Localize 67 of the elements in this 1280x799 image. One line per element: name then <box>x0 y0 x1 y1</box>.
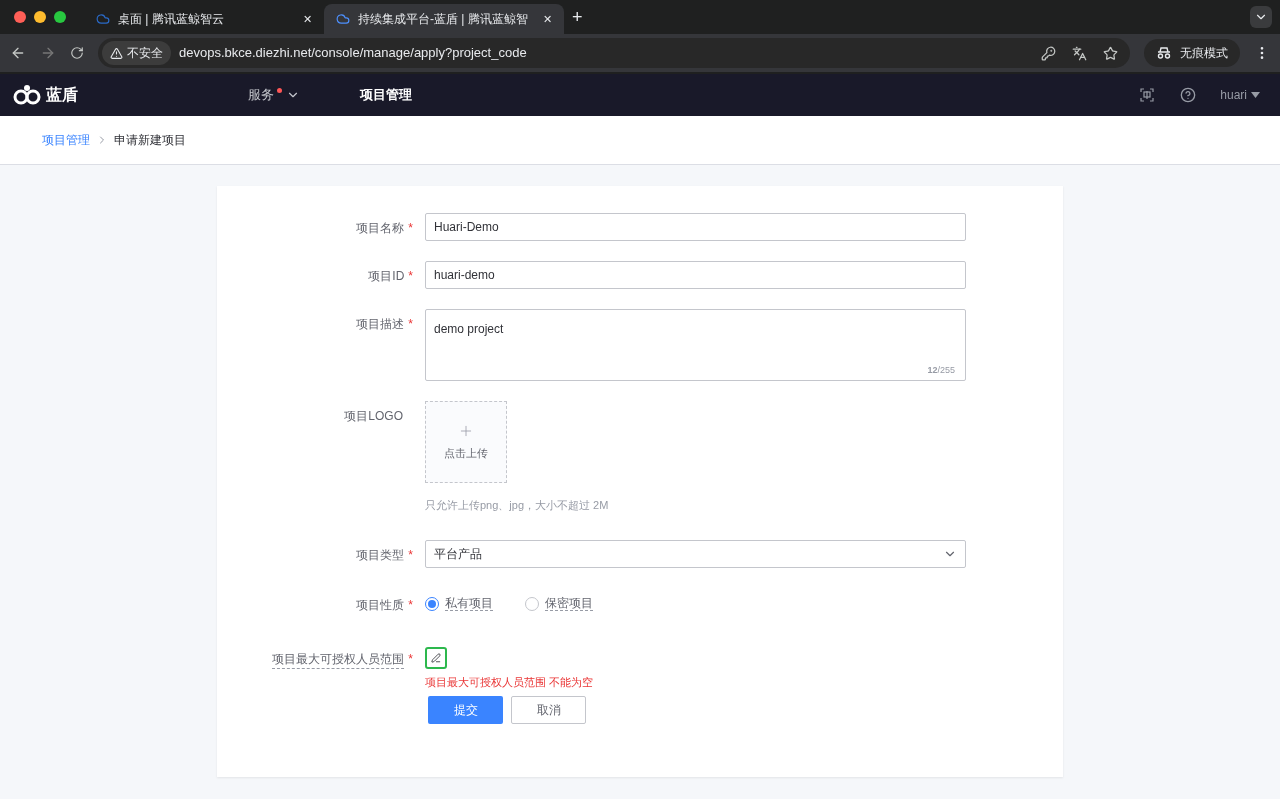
new-tab-button[interactable]: + <box>564 4 591 34</box>
logo-icon <box>12 83 42 107</box>
cancel-button[interactable]: 取消 <box>511 696 586 724</box>
required-mark: * <box>408 316 413 333</box>
address-bar[interactable]: 不安全 devops.bkce.diezhi.net/console/manage/apply?project_code <box>98 38 1130 68</box>
tab-list-button[interactable] <box>1250 6 1272 28</box>
description-field[interactable]: demo project 12/255 <box>425 309 966 381</box>
field-label: 项目名称 <box>356 220 405 237</box>
cloud-icon <box>96 12 110 26</box>
browser-tab[interactable]: 桌面 | 腾讯蓝鲸智云 ✕ <box>84 4 324 34</box>
text-field[interactable]: huari-demo <box>425 261 966 289</box>
incognito-chip[interactable]: 无痕模式 <box>1144 39 1240 67</box>
required-mark: * <box>408 220 413 237</box>
field-label: 项目类型 <box>356 546 405 564</box>
back-icon[interactable] <box>10 45 26 61</box>
translate-icon[interactable] <box>1072 45 1087 61</box>
required-mark: * <box>408 596 413 614</box>
text-field[interactable]: Huari-Demo <box>425 213 966 241</box>
reload-icon[interactable] <box>70 46 84 60</box>
maximize-window-icon[interactable] <box>54 11 66 23</box>
help-icon[interactable] <box>1180 87 1197 103</box>
tab-title: 持续集成平台-蓝盾 | 腾讯蓝鲸智 <box>358 11 529 28</box>
edit-icon <box>431 652 441 663</box>
breadcrumb-current: 申请新建项目 <box>114 132 186 149</box>
language-icon[interactable] <box>1140 88 1155 102</box>
field-value: demo project <box>434 322 504 336</box>
radio-button[interactable] <box>425 596 439 611</box>
logo-text: 蓝盾 <box>46 85 78 105</box>
user-menu[interactable]: huari <box>1220 86 1260 104</box>
url-text: devops.bkce.diezhi.net/console/manage/apply?project_code <box>179 44 528 63</box>
tab-close-button[interactable]: ✕ <box>303 10 312 28</box>
upload-hint: 只允许上传png、jpg，大小不超过 2M <box>425 498 609 513</box>
project-type-select[interactable]: 平台产品 <box>425 539 966 568</box>
radio-label: 私有项目 <box>445 596 493 611</box>
warning-icon <box>110 46 123 60</box>
field-label: 项目ID <box>368 268 405 285</box>
incognito-icon <box>1156 47 1172 59</box>
field-label: 项目最大可授权人员范围 <box>272 649 405 669</box>
field-label: 项目描述 <box>356 316 405 333</box>
required-mark: * <box>408 650 413 668</box>
required-mark: * <box>408 268 413 285</box>
security-chip[interactable]: 不安全 <box>102 41 171 65</box>
close-window-icon[interactable] <box>14 11 26 23</box>
error-message: 项目最大可授权人员范围 不能为空 <box>425 674 594 690</box>
field-label: 项目性质 <box>356 596 405 614</box>
browser-tab[interactable]: 持续集成平台-蓝盾 | 腾讯蓝鲸智 ✕ <box>324 4 564 34</box>
logo-upload-area[interactable]: 点击上传 <box>425 401 507 483</box>
cloud-icon <box>336 12 350 26</box>
character-counter: 12/255 <box>927 363 955 377</box>
caret-down-icon <box>1251 92 1260 98</box>
submit-button[interactable]: 提交 <box>428 696 503 724</box>
key-icon[interactable] <box>1041 45 1056 61</box>
tab-title: 桌面 | 腾讯蓝鲸智云 <box>118 11 225 28</box>
radio-label: 保密项目 <box>545 596 593 611</box>
tab-close-button[interactable]: ✕ <box>543 10 552 28</box>
edit-button[interactable] <box>425 646 447 669</box>
breadcrumb-link[interactable]: 项目管理 <box>42 131 90 149</box>
radio-button[interactable] <box>525 596 539 611</box>
field-label: 项目LOGO <box>344 408 403 425</box>
minimize-window-icon[interactable] <box>34 11 46 23</box>
nav-item[interactable]: 项目管理 <box>360 85 412 105</box>
select-value: 平台产品 <box>434 545 482 563</box>
nav-item[interactable]: 服务 <box>248 85 300 105</box>
star-icon[interactable] <box>1103 45 1118 61</box>
required-mark: * <box>408 546 413 564</box>
forward-icon[interactable] <box>40 45 56 61</box>
upload-label: 点击上传 <box>444 445 488 461</box>
